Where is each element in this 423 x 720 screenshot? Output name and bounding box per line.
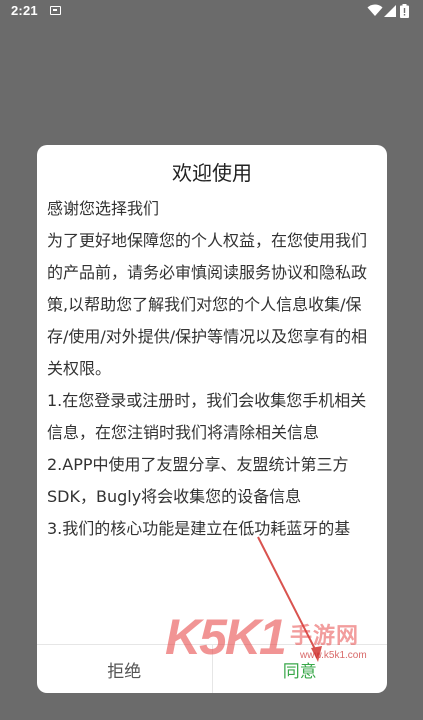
status-time: 2:21	[11, 3, 38, 18]
battery-icon	[400, 4, 409, 18]
agree-button[interactable]: 同意	[213, 645, 388, 693]
dialog-paragraph: 为了更好地保障您的个人权益，在您使用我们的产品前，请务必审慎阅读服务协议和隐私政…	[47, 231, 368, 378]
reject-button[interactable]: 拒绝	[37, 645, 213, 693]
dialog-title: 欢迎使用	[172, 161, 252, 185]
dialog-body-scroll[interactable]: 感谢您选择我们 为了更好地保障您的个人权益，在您使用我们的产品前，请务必审慎阅读…	[47, 193, 379, 645]
dialog-button-row: 拒绝 同意	[37, 644, 387, 693]
screen: 2:21 欢迎使用 感谢您选择我们 为了更好地保障您的个人权益，在您使用我们的产…	[0, 0, 423, 720]
notification-icon	[50, 6, 61, 15]
dialog-paragraph: 1.在您登录或注册时，我们会收集您手机相关信息，在您注销时我们将清除相关信息	[47, 391, 367, 442]
wifi-icon	[367, 4, 383, 16]
status-bar: 2:21	[0, 0, 423, 24]
dialog-paragraph: 感谢您选择我们	[47, 199, 160, 218]
dialog-paragraph: 3.我们的核心功能是建立在低功耗蓝牙的基	[47, 519, 351, 538]
dialog-paragraph: 2.APP中使用了友盟分享、友盟统计第三方SDK，Bugly将会收集您的设备信息	[47, 455, 349, 506]
signal-icon	[384, 5, 396, 17]
privacy-dialog: 欢迎使用 感谢您选择我们 为了更好地保障您的个人权益，在您使用我们的产品前，请务…	[37, 145, 387, 693]
